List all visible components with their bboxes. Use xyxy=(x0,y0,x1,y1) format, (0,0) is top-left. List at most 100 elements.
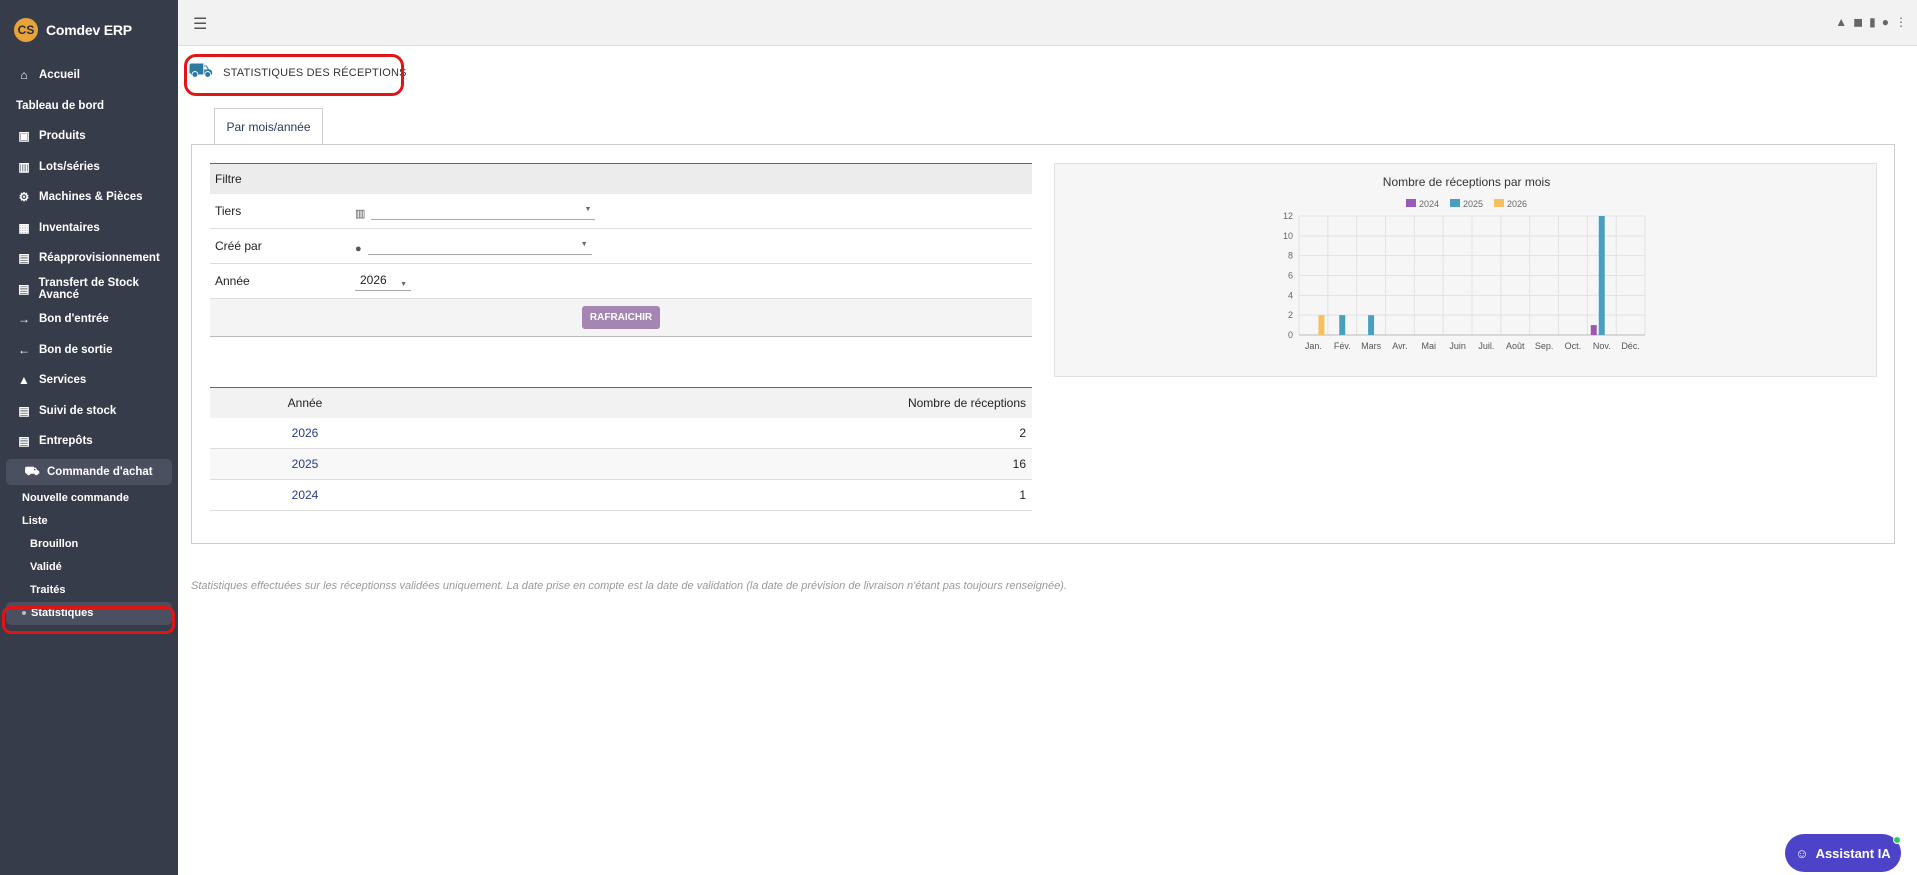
sidebar-item-label: Machines & Pièces xyxy=(39,191,143,204)
footnote: Statistiques effectuées sur les réceptio… xyxy=(191,580,1067,592)
reception-count: 1 xyxy=(1019,488,1026,502)
x-tick-label: Avr. xyxy=(1392,341,1407,351)
sidebar-item-8[interactable]: → Bon d'entrée xyxy=(0,304,178,335)
arrow-right-icon: → xyxy=(18,312,30,327)
user-icon: ● xyxy=(355,243,362,255)
submenu-item[interactable]: Traités xyxy=(0,579,178,602)
robot-icon: ☺ xyxy=(1795,845,1809,861)
sidebar-item-label: Inventaires xyxy=(39,221,100,234)
bar-2025-Mars xyxy=(1368,315,1375,335)
clipboard-icon[interactable]: ▮ xyxy=(1869,15,1876,29)
chevron-down-icon: ▼ xyxy=(400,281,407,288)
user-avatar-icon[interactable]: ● xyxy=(1882,15,1889,29)
stats-table: Année Nombre de réceptions 2026 2 2025 16 20… xyxy=(210,387,1032,511)
x-tick-label: Déc. xyxy=(1621,341,1640,351)
sidebar-menu: ⌂ Accueil Tableau de bord ▣ Produits ▥ Lots/sé… xyxy=(0,60,178,485)
chart-container: Nombre de réceptions par mois 2024 2025 202… xyxy=(1054,163,1877,377)
legend-swatch xyxy=(1494,199,1504,207)
sidebar-item-label: Transfert de Stock Avancé xyxy=(38,276,139,301)
legend-label: 2025 xyxy=(1463,199,1483,209)
y-tick-label: 12 xyxy=(1283,211,1293,221)
sidebar-item-10[interactable]: ▲ Services xyxy=(0,365,178,396)
legend-label: 2024 xyxy=(1419,199,1439,209)
boxes-icon: ▦ xyxy=(18,220,30,235)
table-row: 2025 16 xyxy=(210,449,1032,480)
year-link[interactable]: 2024 xyxy=(210,488,400,502)
assistant-ia-button[interactable]: ☺ Assistant IA xyxy=(1785,834,1901,872)
barcode-icon: ▥ xyxy=(18,159,30,174)
sidebar-item-12[interactable]: ▤ Entrepôts xyxy=(0,426,178,457)
sidebar-item-label: Services xyxy=(39,374,87,387)
year-link[interactable]: 2025 xyxy=(210,457,400,471)
filter-row-cree-par: Créé par ● ▼ xyxy=(210,229,1032,264)
sidebar-item-5[interactable]: ▦ Inventaires xyxy=(0,213,178,244)
sidebar-item-label: Entrepôts xyxy=(39,435,93,448)
sidebar-item-7[interactable]: ▤ Transfert de Stock Avancé xyxy=(0,274,178,305)
home-icon: ⌂ xyxy=(20,68,28,83)
tiers-select[interactable]: ▼ xyxy=(371,202,596,220)
sidebar-item-4[interactable]: ⚙ Machines & Pièces xyxy=(0,182,178,213)
box-icon: ▤ xyxy=(18,403,30,418)
menu-toggle-icon[interactable]: ☰ xyxy=(193,14,207,34)
sidebar-item-1[interactable]: Tableau de bord xyxy=(0,91,178,122)
cree-par-label: Créé par xyxy=(215,239,262,253)
tiers-label: Tiers xyxy=(215,204,242,218)
sidebar-item-label: Suivi de stock xyxy=(39,404,117,417)
notification-icon[interactable]: ▲ xyxy=(1835,15,1847,29)
chart-title: Nombre de réceptions par mois xyxy=(1383,175,1550,189)
x-tick-label: Nov. xyxy=(1593,341,1611,351)
y-tick-label: 2 xyxy=(1288,310,1293,320)
table-row: 2024 1 xyxy=(210,480,1032,511)
more-icon[interactable]: ⋮ xyxy=(1895,15,1907,29)
sidebar-item-3[interactable]: ▥ Lots/séries xyxy=(0,152,178,183)
sidebar-item-13[interactable]: ⛟ Commande d'achat xyxy=(6,458,172,485)
chevron-down-icon: ▼ xyxy=(584,206,592,213)
legend-swatch xyxy=(1406,199,1416,207)
sidebar: CS Comdev ERP ⌂ Accueil Tableau de bord ▣ Pr… xyxy=(0,0,178,875)
table-header: Année Nombre de réceptions xyxy=(210,387,1032,418)
submenu-item[interactable]: Nouvelle commande xyxy=(0,487,178,510)
sidebar-item-9[interactable]: ← Bon de sortie xyxy=(0,335,178,366)
y-tick-label: 8 xyxy=(1288,251,1293,261)
submenu-item[interactable]: Liste xyxy=(0,510,178,533)
refresh-button[interactable]: RAFRAICHIR xyxy=(581,306,661,329)
table-row: 2026 2 xyxy=(210,418,1032,449)
submenu-item[interactable]: Brouillon xyxy=(0,533,178,556)
online-status-dot xyxy=(1893,836,1901,844)
bar-2026-Jan. xyxy=(1318,315,1325,335)
top-bar: ☰ ▲ ◼ ▮ ● ⋮ xyxy=(178,0,1917,46)
filter-actions: RAFRAICHIR xyxy=(210,299,1032,337)
sidebar-item-label: Bon d'entrée xyxy=(39,313,109,326)
chat-icon[interactable]: ◼ xyxy=(1853,15,1863,29)
x-tick-label: Oct. xyxy=(1565,341,1582,351)
filter-form: Filtre Tiers ▥ ▼ Créé par ● ▼ Année 2026… xyxy=(210,163,1032,337)
sidebar-item-6[interactable]: ▤ Réapprovisionnement xyxy=(0,243,178,274)
sidebar-item-0[interactable]: ⌂ Accueil xyxy=(0,60,178,91)
dolly-icon: ⛟ xyxy=(24,463,40,478)
cree-par-select[interactable]: ▼ xyxy=(367,237,592,255)
annee-label: Année xyxy=(215,274,250,288)
y-tick-label: 0 xyxy=(1288,330,1293,340)
annee-select[interactable]: 2026 ▼ xyxy=(355,271,411,291)
cogs-icon: ⚙ xyxy=(18,190,30,205)
tab-par-mois-annee[interactable]: Par mois/année xyxy=(214,108,323,144)
filter-row-tiers: Tiers ▥ ▼ xyxy=(210,194,1032,229)
year-link[interactable]: 2026 xyxy=(210,426,400,440)
box-icon: ▤ xyxy=(18,281,30,296)
y-tick-label: 10 xyxy=(1283,231,1293,241)
building-icon: ▥ xyxy=(355,208,366,220)
brand[interactable]: CS Comdev ERP xyxy=(0,0,178,60)
reception-count: 2 xyxy=(1019,426,1026,440)
filter-heading: Filtre xyxy=(210,163,1032,194)
x-tick-label: Juil. xyxy=(1478,341,1494,351)
submenu-item[interactable]: Validé xyxy=(0,556,178,579)
sidebar-item-2[interactable]: ▣ Produits xyxy=(0,121,178,152)
sidebar-item-11[interactable]: ▤ Suivi de stock xyxy=(0,396,178,427)
app-name: Comdev ERP xyxy=(46,22,132,38)
bar-chart: Nombre de réceptions par mois2024 2025 202… xyxy=(1283,175,1646,351)
x-tick-label: Sep. xyxy=(1535,341,1554,351)
sidebar-submenu: Nouvelle commande Liste Brouillon Validé Tra… xyxy=(0,487,178,625)
y-tick-label: 6 xyxy=(1288,271,1293,281)
sidebar-item-label: Bon de sortie xyxy=(39,343,113,356)
reception-count: 16 xyxy=(1012,457,1026,471)
